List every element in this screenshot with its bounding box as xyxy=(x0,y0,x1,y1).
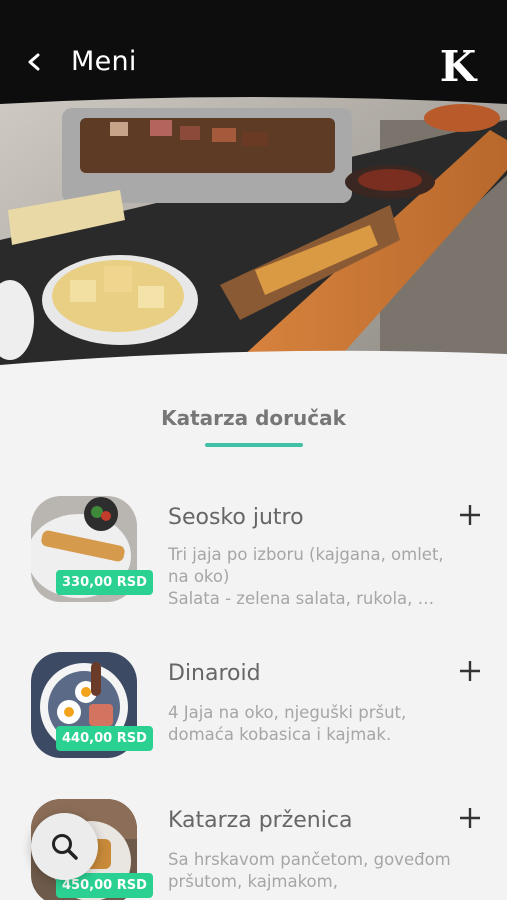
section-title: Katarza doručak xyxy=(161,406,346,430)
logo: K xyxy=(436,42,480,91)
add-to-cart-button[interactable] xyxy=(456,657,484,685)
price-badge: 330,00 RSD xyxy=(56,570,153,595)
menu-item-dinaroid[interactable]: 440,00 RSD Dinaroid 4 Jaja na oko, njegu… xyxy=(0,652,507,792)
svg-text:K: K xyxy=(440,42,478,86)
item-title: Dinaroid xyxy=(168,661,261,686)
item-title: Seosko jutro xyxy=(168,505,304,530)
page-title: Meni xyxy=(71,46,137,77)
menu-item-seosko-jutro[interactable]: 330,00 RSD Seosko jutro Tri jaja po izbo… xyxy=(0,496,507,636)
plus-icon xyxy=(460,661,480,681)
plus-icon xyxy=(460,505,480,525)
add-to-cart-button[interactable] xyxy=(456,804,484,832)
item-description: Tri jaja po izboru (kajgana, omlet, na o… xyxy=(168,545,444,608)
chevron-left-icon xyxy=(28,53,40,71)
top-app-bar: Meni K xyxy=(0,0,507,104)
search-icon xyxy=(51,833,78,860)
search-button[interactable] xyxy=(31,813,98,880)
item-description: 4 Jaja na oko, njeguški pršut, domaća ko… xyxy=(168,703,407,744)
price-badge: 440,00 RSD xyxy=(56,726,153,751)
item-description: Sa hrskavom pančetom, goveđom pršutom, k… xyxy=(168,850,451,891)
plus-icon xyxy=(460,808,480,828)
section-underline xyxy=(205,443,303,447)
add-to-cart-button[interactable] xyxy=(456,501,484,529)
item-title: Katarza prženica xyxy=(168,808,353,833)
katarza-logo-icon: K xyxy=(440,42,478,91)
back-button[interactable] xyxy=(20,44,50,80)
